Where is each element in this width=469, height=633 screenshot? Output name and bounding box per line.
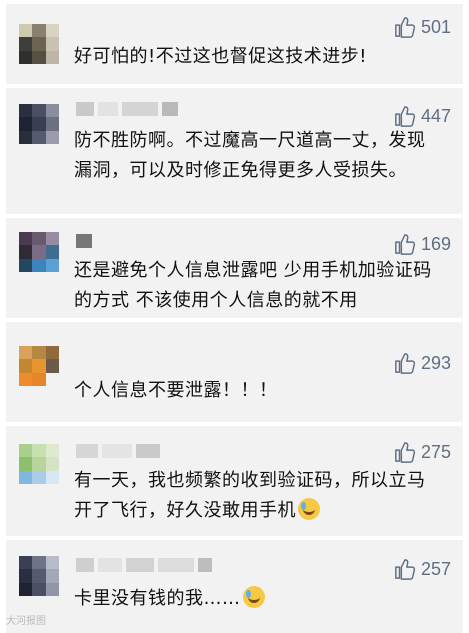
thumbs-up-icon <box>395 353 416 374</box>
like-count: 257 <box>420 558 451 579</box>
avatar[interactable] <box>19 232 59 272</box>
crying-laughing-emoji-icon <box>298 498 320 520</box>
comment-card: 293 个人信息不要泄露！！！ <box>6 322 463 422</box>
thumbs-up-icon <box>395 17 416 38</box>
username-blurred[interactable] <box>76 102 178 116</box>
username-blurred[interactable] <box>76 444 160 458</box>
comment-text-body: 卡里没有钱的我…… <box>74 588 241 609</box>
like-count: 501 <box>420 16 451 37</box>
comment-text: 有一天，我也频繁的收到验证码，所以立马开了飞行，好久没敢用手机 <box>74 466 433 526</box>
thumbs-up-icon <box>395 234 416 255</box>
like-button[interactable]: 257 <box>394 558 451 580</box>
thumbs-up-icon <box>395 106 416 127</box>
username-blurred[interactable] <box>76 558 212 572</box>
like-count: 169 <box>420 233 451 254</box>
like-button[interactable]: 293 <box>394 352 451 374</box>
like-count: 275 <box>420 441 451 462</box>
avatar[interactable] <box>19 346 59 386</box>
comment-card: 501 好可怕的!不过这也督促这技术进步! <box>6 4 463 84</box>
comment-card: 447 防不胜防啊。不过魔高一尺道高一丈，发现漏洞，可以及时修正免得更多人受损失… <box>6 88 463 214</box>
comment-text: 防不胜防啊。不过魔高一尺道高一丈，发现漏洞，可以及时修正免得更多人受损失。 <box>74 130 426 181</box>
avatar[interactable] <box>19 24 59 64</box>
like-count: 447 <box>420 105 451 126</box>
comment-text: 个人信息不要泄露！！！ <box>74 380 278 401</box>
comment-text: 还是避免个人信息泄露吧 少用手机加验证码的方式 不该使用个人信息的就不用 <box>74 260 432 311</box>
avatar[interactable] <box>19 444 59 484</box>
comment-card: 169 还是避免个人信息泄露吧 少用手机加验证码的方式 不该使用个人信息的就不用 <box>6 218 463 318</box>
like-count: 293 <box>420 352 451 373</box>
watermark: 大河报图 <box>6 616 46 627</box>
avatar[interactable] <box>19 104 59 144</box>
like-button[interactable]: 275 <box>394 441 451 463</box>
comment-card: 275 有一天，我也频繁的收到验证码，所以立马开了飞行，好久没敢用手机 <box>6 426 463 536</box>
like-button[interactable]: 447 <box>394 105 451 127</box>
avatar[interactable] <box>19 556 59 596</box>
comment-text: 好可怕的!不过这也督促这技术进步! <box>74 46 367 67</box>
thumbs-up-icon <box>395 559 416 580</box>
comment-text-body: 有一天，我也频繁的收到验证码，所以立马开了飞行，好久没敢用手机 <box>74 470 426 521</box>
like-button[interactable]: 501 <box>394 16 451 38</box>
username-blurred[interactable] <box>76 234 92 248</box>
comment-text: 卡里没有钱的我…… <box>74 584 449 614</box>
crying-laughing-emoji-icon <box>242 586 265 608</box>
comment-card: 257 卡里没有钱的我…… <box>6 540 463 633</box>
like-button[interactable]: 169 <box>394 233 451 255</box>
thumbs-up-icon <box>395 442 416 463</box>
